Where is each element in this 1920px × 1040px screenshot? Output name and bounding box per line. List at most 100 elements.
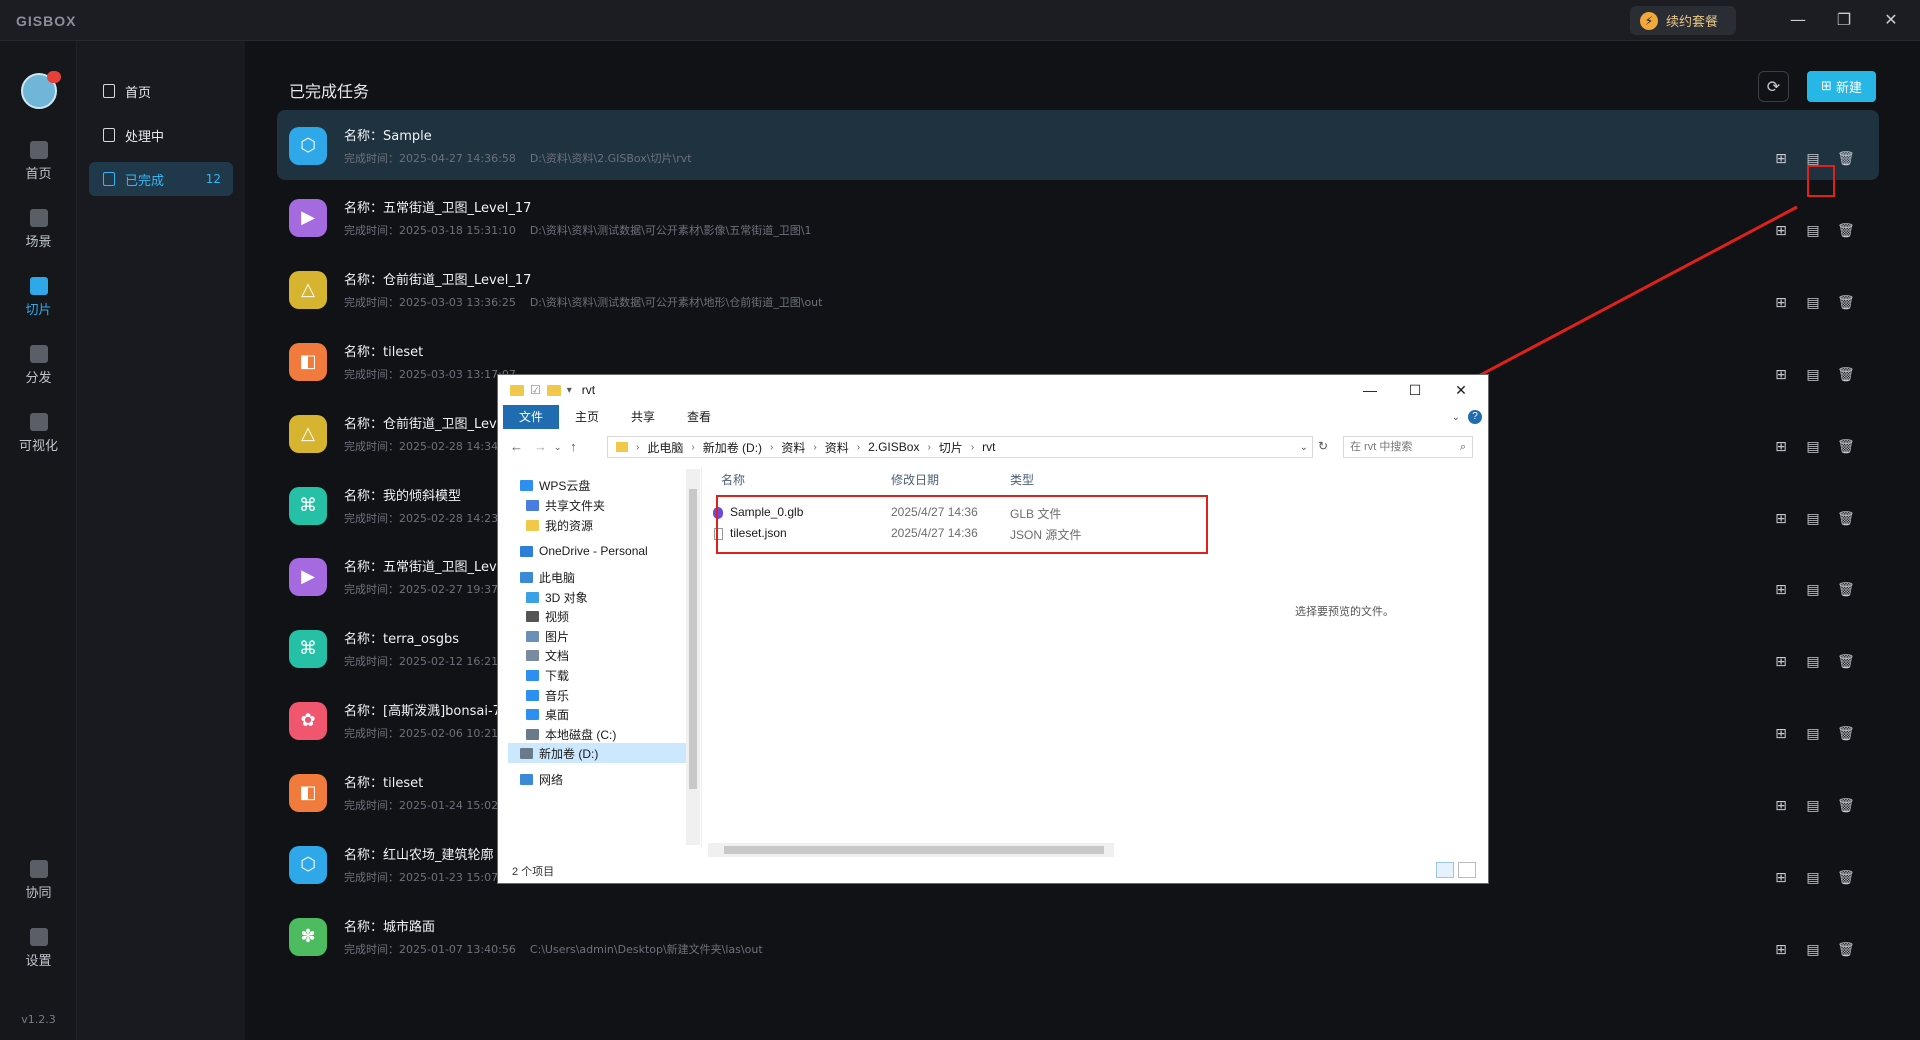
nav-tree-item[interactable]: 桌面	[526, 704, 569, 724]
nav-item-visualize[interactable]: 可视化	[0, 413, 77, 454]
dropdown-icon[interactable]: ▾	[567, 385, 572, 396]
nav-tree-item[interactable]: OneDrive - Personal	[520, 541, 648, 561]
layout-icon[interactable]: ⊞	[1773, 295, 1789, 311]
tab-file[interactable]: 文件	[503, 405, 560, 429]
task-row[interactable]: ✽ 名称：城市路面 完成时间：2025-01-07 13:40:56 C:\Users…	[277, 901, 1879, 971]
layout-icon[interactable]: ⊞	[1773, 654, 1789, 670]
nav-item-collab[interactable]: 协同	[0, 860, 77, 901]
sidebar-item-home[interactable]: 首页	[89, 74, 233, 108]
nav-tree-item[interactable]: 下载	[526, 665, 569, 685]
delete-icon[interactable]: 🗑	[1837, 654, 1855, 670]
path-segment[interactable]: 资料	[781, 439, 805, 456]
open-folder-icon[interactable]: ▤	[1805, 511, 1821, 527]
path-segment[interactable]: 切片	[939, 439, 963, 456]
avatar[interactable]	[21, 71, 61, 109]
layout-icon[interactable]: ⊞	[1773, 726, 1789, 742]
path-segment[interactable]: 2.GISBox	[868, 440, 919, 454]
open-folder-icon[interactable]: ▤	[1805, 223, 1821, 239]
close-button[interactable]: ✕	[1878, 8, 1904, 32]
new-task-button[interactable]: ⊞ 新建	[1807, 71, 1876, 102]
open-folder-icon[interactable]: ▤	[1805, 942, 1821, 958]
nav-tree-item[interactable]: 文档	[526, 645, 569, 665]
refresh-icon[interactable]: ↻	[1318, 439, 1328, 453]
delete-icon[interactable]: 🗑	[1837, 295, 1855, 311]
delete-icon[interactable]: 🗑	[1837, 582, 1855, 598]
nav-tree-item[interactable]: 此电脑	[520, 567, 575, 587]
open-folder-icon[interactable]: ▤	[1805, 654, 1821, 670]
details-view-button[interactable]	[1436, 862, 1454, 878]
nav-tree-item[interactable]: 本地磁盘 (C:)	[526, 724, 616, 744]
open-folder-icon[interactable]: ▤	[1805, 582, 1821, 598]
delete-icon[interactable]: 🗑	[1837, 942, 1855, 958]
layout-icon[interactable]: ⊞	[1773, 439, 1789, 455]
layout-icon[interactable]: ⊞	[1773, 511, 1789, 527]
delete-icon[interactable]: 🗑	[1837, 870, 1855, 886]
back-icon[interactable]: ←	[510, 439, 523, 454]
explorer-minimize-button[interactable]: —	[1350, 379, 1390, 401]
scrollbar-thumb[interactable]	[724, 846, 1104, 854]
layout-icon[interactable]: ⊞	[1773, 582, 1789, 598]
nav-item-distribute[interactable]: 分发	[0, 345, 77, 386]
delete-icon[interactable]: 🗑	[1837, 151, 1855, 167]
layout-icon[interactable]: ⊞	[1773, 798, 1789, 814]
layout-icon[interactable]: ⊞	[1773, 870, 1789, 886]
delete-icon[interactable]: 🗑	[1837, 511, 1855, 527]
nav-tree-item[interactable]: 新加卷 (D:)	[508, 743, 688, 763]
open-folder-icon[interactable]: ▤	[1805, 439, 1821, 455]
delete-icon[interactable]: 🗑	[1837, 798, 1855, 814]
subscribe-button[interactable]: ⚡ 续约套餐	[1630, 6, 1736, 35]
layout-icon[interactable]: ⊞	[1773, 942, 1789, 958]
nav-item-home[interactable]: 首页	[0, 141, 77, 182]
nav-tree-item[interactable]: 3D 对象	[526, 587, 588, 607]
path-input[interactable]: › 此电脑 › 新加卷 (D:) › 资料 › 资料 › 2.GISBox › 切片 › r…	[607, 436, 1313, 458]
task-row[interactable]: ⬡ 名称：Sample 完成时间：2025-04-27 14:36:58 D:\资料\…	[277, 110, 1879, 180]
recent-dropdown-icon[interactable]: ⌄	[554, 442, 562, 453]
search-input[interactable]: 在 rvt 中搜索 ⌕	[1343, 436, 1473, 458]
column-header-date[interactable]: 修改日期	[891, 471, 939, 488]
nav-scrollbar[interactable]	[686, 469, 700, 845]
help-icon[interactable]: ?	[1468, 410, 1482, 424]
tab-share[interactable]: 共享	[615, 405, 671, 429]
task-row[interactable]: ▶ 名称：五常街道_卫图_Level_17 完成时间：2025-03-18 15:3…	[277, 182, 1879, 252]
nav-tree-item[interactable]: WPS云盘	[520, 475, 590, 495]
nav-tree-item[interactable]: 视频	[526, 606, 569, 626]
ribbon-expand-icon[interactable]: ⌄	[1452, 412, 1460, 423]
nav-item-tiles[interactable]: 切片	[0, 277, 77, 318]
path-segment[interactable]: 资料	[825, 439, 849, 456]
nav-tree-item[interactable]: 音乐	[526, 685, 569, 705]
path-segment[interactable]: 此电脑	[647, 439, 683, 456]
scrollbar-thumb[interactable]	[689, 489, 697, 789]
path-segment[interactable]: 新加卷 (D:)	[703, 439, 762, 456]
open-folder-icon[interactable]: ▤	[1805, 870, 1821, 886]
layout-icon[interactable]: ⊞	[1773, 151, 1789, 167]
restore-button[interactable]: ❐	[1831, 8, 1857, 32]
layout-icon[interactable]: ⊞	[1773, 367, 1789, 383]
task-row[interactable]: △ 名称：仓前街道_卫图_Level_17 完成时间：2025-03-03 13:3…	[277, 254, 1879, 324]
delete-icon[interactable]: 🗑	[1837, 223, 1855, 239]
open-folder-icon[interactable]: ▤	[1805, 726, 1821, 742]
nav-item-settings[interactable]: 设置	[0, 928, 77, 969]
open-folder-icon[interactable]: ▤	[1805, 295, 1821, 311]
nav-item-scene[interactable]: 场景	[0, 209, 77, 250]
delete-icon[interactable]: 🗑	[1837, 726, 1855, 742]
layout-icon[interactable]: ⊞	[1773, 223, 1789, 239]
column-header-type[interactable]: 类型	[1010, 471, 1034, 488]
sidebar-item-processing[interactable]: 处理中	[89, 118, 233, 152]
path-dropdown-icon[interactable]: ⌄	[1300, 442, 1308, 453]
column-header-name[interactable]: 名称	[721, 471, 745, 488]
nav-tree-item[interactable]: 图片	[526, 626, 569, 646]
explorer-close-button[interactable]: ✕	[1441, 379, 1481, 401]
tab-view[interactable]: 查看	[671, 405, 727, 429]
large-icons-view-button[interactable]	[1458, 862, 1476, 878]
forward-icon[interactable]: →	[534, 439, 547, 454]
quick-access-icon[interactable]: ☑	[530, 383, 541, 397]
nav-tree-item[interactable]: 共享文件夹	[526, 495, 605, 515]
minimize-button[interactable]: —	[1785, 8, 1811, 32]
path-segment[interactable]: rvt	[982, 440, 995, 454]
files-scrollbar[interactable]	[708, 843, 1114, 857]
open-folder-icon[interactable]: ▤	[1805, 798, 1821, 814]
tab-home[interactable]: 主页	[559, 405, 615, 429]
up-icon[interactable]: ↑	[570, 439, 577, 454]
delete-icon[interactable]: 🗑	[1837, 439, 1855, 455]
sidebar-item-completed[interactable]: 已完成 12	[89, 162, 233, 196]
